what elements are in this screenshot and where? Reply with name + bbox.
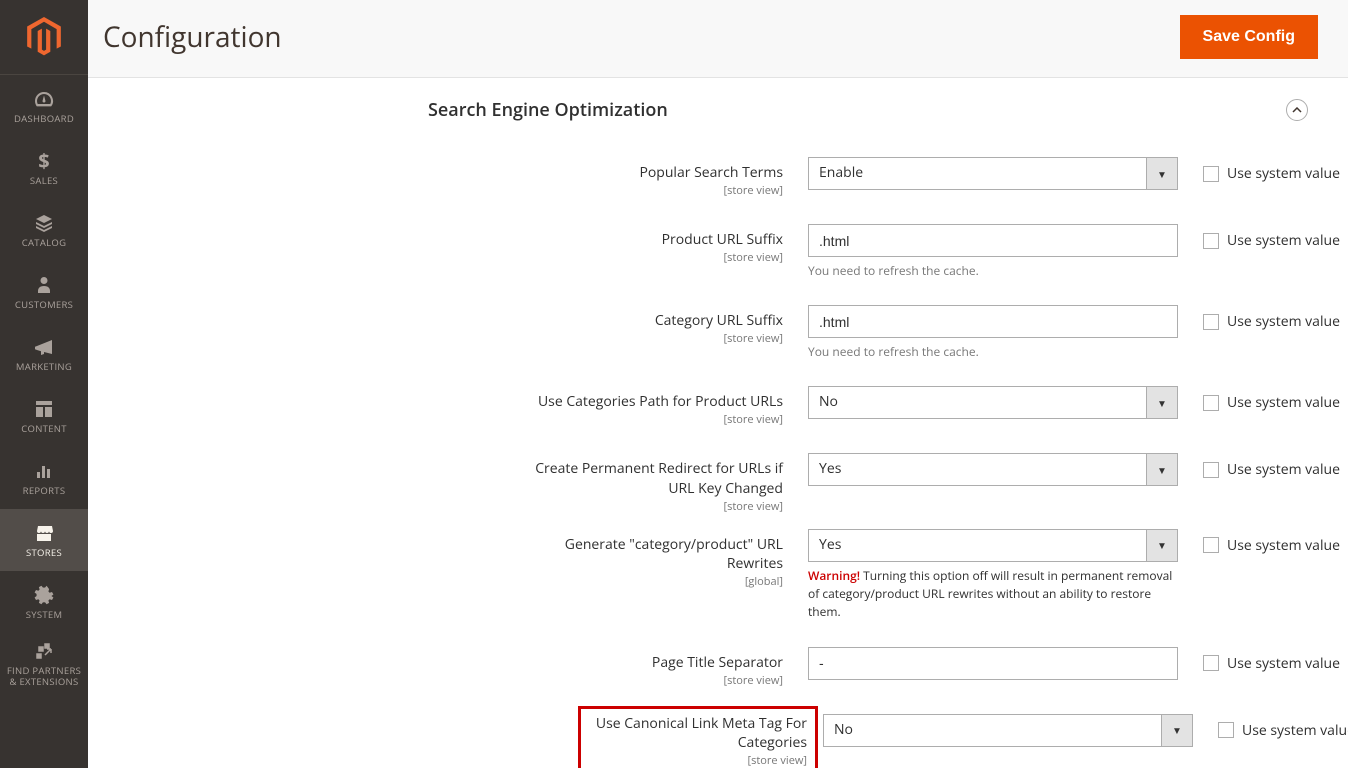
sidebar-item-partners[interactable]: FIND PARTNERS & EXTENSIONS [0, 633, 88, 695]
sidebar-item-catalog[interactable]: CATALOG [0, 199, 88, 261]
catalog-icon [34, 212, 54, 234]
field-label: Product URL Suffix [662, 230, 783, 249]
field-scope: [store view] [533, 331, 783, 346]
use-system-value-checkbox[interactable] [1203, 233, 1219, 249]
rewrites-warning-note: Warning! Turning this option off will re… [808, 567, 1178, 621]
field-scope: [global] [533, 574, 783, 589]
highlighted-label-box: Use Canonical Link Meta Tag For Categori… [578, 706, 818, 768]
svg-text:$: $ [38, 150, 49, 172]
sidebar-item-stores[interactable]: STORES [0, 509, 88, 571]
admin-sidebar: DASHBOARD $ SALES CATALOG CUSTOMERS MARK… [0, 0, 88, 768]
content-icon [35, 398, 53, 420]
sidebar-item-label: STORES [26, 548, 62, 558]
sidebar-item-label: CATALOG [22, 238, 67, 248]
page-title-separator-input[interactable] [808, 647, 1178, 680]
cache-refresh-note: You need to refresh the cache. [808, 343, 1178, 360]
page-title: Configuration [103, 18, 282, 56]
section-header-row: Search Engine Optimization [103, 98, 1318, 132]
category-url-suffix-input[interactable] [808, 305, 1178, 338]
field-categories-path: Use Categories Path for Product URLs [st… [103, 386, 1318, 427]
sidebar-item-label: DASHBOARD [14, 114, 74, 124]
sidebar-item-label: SALES [30, 176, 58, 186]
use-system-value-label[interactable]: Use system value [1227, 536, 1340, 555]
dashboard-icon [33, 88, 55, 110]
field-label: Generate "category/product" URL Rewrites [565, 535, 783, 573]
field-canonical-categories: Use Canonical Link Meta Tag For Categori… [103, 706, 1318, 768]
customers-icon [36, 274, 52, 296]
field-category-url-suffix: Category URL Suffix [store view] You nee… [103, 305, 1318, 360]
sidebar-item-content[interactable]: CONTENT [0, 385, 88, 447]
field-scope: [store view] [533, 183, 783, 198]
use-system-value-label[interactable]: Use system value [1227, 164, 1340, 183]
magento-logo-icon [26, 17, 62, 57]
sidebar-item-label: MARKETING [16, 362, 72, 372]
field-page-title-separator: Page Title Separator [store view] Use sy… [103, 647, 1318, 688]
field-label: Create Permanent Redirect for URLs if UR… [535, 459, 783, 497]
field-label: Page Title Separator [652, 653, 783, 672]
product-url-suffix-input[interactable] [808, 224, 1178, 257]
use-system-value-checkbox[interactable] [1203, 314, 1219, 330]
generate-rewrites-select[interactable]: Yes ▼ [808, 529, 1178, 562]
sidebar-item-system[interactable]: SYSTEM [0, 571, 88, 633]
field-label: Popular Search Terms [639, 163, 783, 182]
save-config-button[interactable]: Save Config [1180, 15, 1318, 59]
field-permanent-redirect: Create Permanent Redirect for URLs if UR… [103, 453, 1318, 513]
use-system-value-label[interactable]: Use system value [1242, 721, 1348, 740]
field-scope: [store view] [533, 412, 783, 427]
sidebar-item-dashboard[interactable]: DASHBOARD [0, 75, 88, 137]
use-system-value-label[interactable]: Use system value [1227, 654, 1340, 673]
field-scope: [store view] [586, 753, 807, 768]
sidebar-item-reports[interactable]: REPORTS [0, 447, 88, 509]
cache-refresh-note: You need to refresh the cache. [808, 262, 1178, 279]
field-product-url-suffix: Product URL Suffix [store view] You need… [103, 224, 1318, 279]
marketing-icon [34, 336, 54, 358]
partners-icon [34, 641, 54, 662]
sidebar-item-marketing[interactable]: MARKETING [0, 323, 88, 385]
sales-icon: $ [37, 150, 51, 172]
use-system-value-checkbox[interactable] [1203, 537, 1219, 553]
use-system-value-label[interactable]: Use system value [1227, 312, 1340, 331]
stores-icon [34, 522, 54, 544]
section-title: Search Engine Optimization [428, 98, 668, 122]
field-scope: [store view] [533, 673, 783, 688]
canonical-categories-select[interactable]: No ▼ [823, 714, 1193, 747]
sidebar-item-label: FIND PARTNERS & EXTENSIONS [2, 666, 86, 687]
collapse-toggle-icon[interactable] [1286, 99, 1308, 121]
use-system-value-checkbox[interactable] [1218, 722, 1234, 738]
field-scope: [store view] [533, 250, 783, 265]
sidebar-item-label: SYSTEM [26, 610, 63, 620]
field-popular-search-terms: Popular Search Terms [store view] Enable… [103, 157, 1318, 198]
use-system-value-checkbox[interactable] [1203, 395, 1219, 411]
permanent-redirect-select[interactable]: Yes ▼ [808, 453, 1178, 486]
page-header: Configuration Save Config [88, 0, 1348, 78]
magento-logo[interactable] [0, 0, 88, 75]
sidebar-item-sales[interactable]: $ SALES [0, 137, 88, 199]
use-system-value-label[interactable]: Use system value [1227, 460, 1340, 479]
field-label: Category URL Suffix [655, 311, 783, 330]
categories-path-select[interactable]: No ▼ [808, 386, 1178, 419]
sidebar-item-label: CONTENT [21, 424, 67, 434]
main-content: Configuration Save Config Search Engine … [88, 0, 1348, 768]
sidebar-item-label: REPORTS [23, 486, 66, 496]
field-generate-rewrites: Generate "category/product" URL Rewrites… [103, 529, 1318, 621]
field-scope: [store view] [533, 499, 783, 514]
sidebar-item-label: CUSTOMERS [15, 300, 73, 310]
configuration-form: Search Engine Optimization Popular Searc… [88, 78, 1348, 768]
reports-icon [35, 460, 53, 482]
field-label: Use Categories Path for Product URLs [538, 392, 783, 411]
use-system-value-checkbox[interactable] [1203, 462, 1219, 478]
seo-fields: Popular Search Terms [store view] Enable… [103, 157, 1318, 768]
popular-search-terms-select[interactable]: Enable ▼ [808, 157, 1178, 190]
system-icon [34, 584, 54, 606]
sidebar-item-customers[interactable]: CUSTOMERS [0, 261, 88, 323]
field-label: Use Canonical Link Meta Tag For Categori… [596, 714, 807, 752]
use-system-value-label[interactable]: Use system value [1227, 231, 1340, 250]
use-system-value-checkbox[interactable] [1203, 655, 1219, 671]
use-system-value-label[interactable]: Use system value [1227, 393, 1340, 412]
use-system-value-checkbox[interactable] [1203, 166, 1219, 182]
